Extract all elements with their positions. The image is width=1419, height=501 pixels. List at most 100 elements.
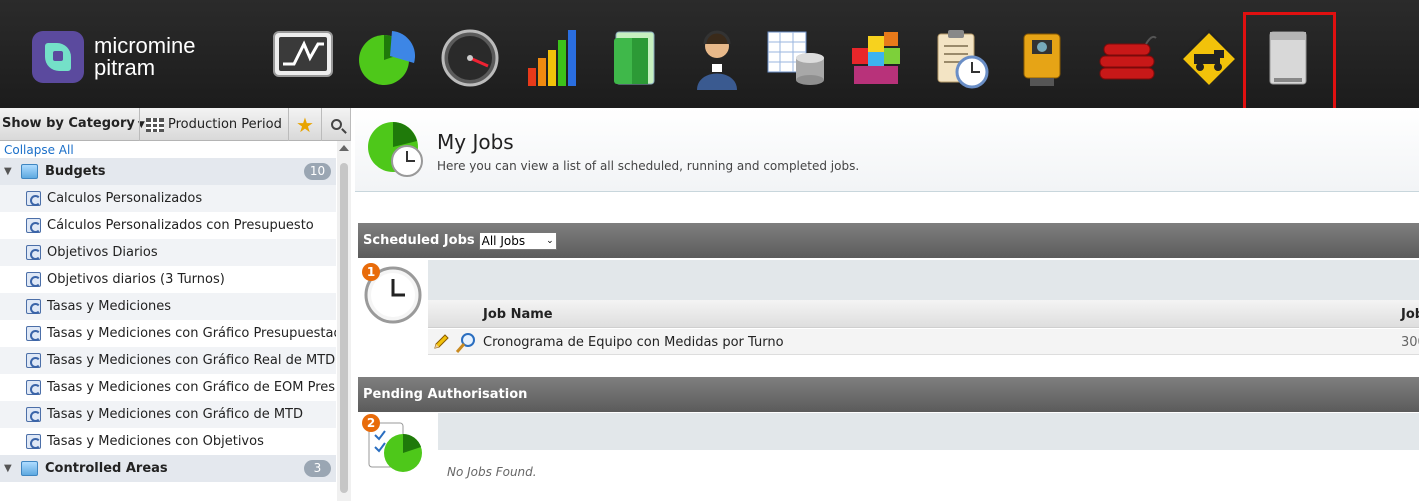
favorites-button[interactable]: ★ <box>288 108 321 141</box>
scrollbar-thumb[interactable] <box>340 163 348 493</box>
production-period-label: Production Period <box>168 117 282 132</box>
dashboard-screen-icon[interactable] <box>272 28 338 94</box>
report-icon <box>26 326 41 341</box>
grid-icon <box>146 117 164 132</box>
tree-item[interactable]: Tasas y Mediciones con Gráfico de EOM Pr… <box>0 374 336 401</box>
view-magnifier-icon[interactable] <box>455 332 477 354</box>
show-by-category-dropdown[interactable]: Show by Category ▼ <box>2 116 145 131</box>
tree-item-label: Tasas y Mediciones con Gráfico Presupues… <box>47 326 336 341</box>
expand-triangle-icon[interactable]: ▼ <box>4 463 14 474</box>
count-badge: 10 <box>304 163 331 180</box>
chevron-down-icon: ⌄ <box>546 235 554 246</box>
report-icon <box>26 353 41 368</box>
svg-text:1: 1 <box>367 265 375 279</box>
page-title: My Jobs <box>437 130 514 154</box>
table-row[interactable]: Cronograma de Equipo con Medidas por Tur… <box>428 329 1419 355</box>
folder-icon <box>21 164 38 179</box>
report-tree: ▼ Budgets 10 Calculos Personalizados Cál… <box>0 158 336 482</box>
my-jobs-icon <box>368 122 423 177</box>
job-extra-cell: 300 <box>1401 335 1419 350</box>
report-icon <box>26 272 41 287</box>
report-icon <box>26 380 41 395</box>
pending-jobs-strip <box>438 413 1419 450</box>
column-job-name[interactable]: Job Name <box>483 307 553 322</box>
category-label: Budgets <box>45 164 106 179</box>
show-by-label: Show by Category <box>2 116 135 131</box>
top-toolbar: micromine pitram <box>0 0 1419 108</box>
sidebar-search-button[interactable] <box>321 108 351 141</box>
data-table-icon[interactable] <box>766 28 832 94</box>
scheduled-jobs-header: Job Name Job <box>428 300 1419 328</box>
tree-item-label: Tasas y Mediciones con Objetivos <box>47 434 264 449</box>
pie-chart-icon[interactable] <box>356 28 422 94</box>
column-job[interactable]: Job <box>1401 307 1419 322</box>
job-name-cell: Cronograma de Equipo con Medidas por Tur… <box>483 335 784 350</box>
bar-chart-icon[interactable] <box>522 28 588 94</box>
expand-triangle-icon[interactable]: ▼ <box>4 166 14 177</box>
tree-item-label: Tasas y Mediciones con Gráfico de MTD <box>47 407 303 422</box>
jobs-filter-value: All Jobs <box>481 233 526 248</box>
tree-item[interactable]: Cálculos Personalizados con Presupuesto <box>0 212 336 239</box>
tree-item[interactable]: Tasas y Mediciones <box>0 293 336 320</box>
surveying-instrument-icon[interactable] <box>1016 28 1082 94</box>
tree-item-label: Calculos Personalizados <box>47 191 203 206</box>
tree-item-label: Objetivos Diarios <box>47 245 158 260</box>
production-period-button[interactable]: Production Period <box>139 108 282 141</box>
page-header: My Jobs Here you can view a list of all … <box>355 108 1419 192</box>
brand-logo: micromine pitram <box>32 31 195 83</box>
tree-item-label: Tasas y Mediciones <box>47 299 172 314</box>
folder-document-icon[interactable] <box>610 28 676 94</box>
sidebar: Show by Category ▼ Production Period ★ Co… <box>0 108 351 501</box>
scheduled-jobs-bar: Scheduled Jobs All Jobs ⌄ <box>358 223 1419 258</box>
gauge-icon[interactable] <box>440 28 506 94</box>
sidebar-scrollbar[interactable] <box>337 141 351 501</box>
scheduled-jobs-strip <box>428 260 1419 300</box>
svg-text:2: 2 <box>367 416 375 430</box>
report-icon <box>26 245 41 260</box>
clipboard-clock-icon[interactable] <box>932 28 998 94</box>
pending-jobs-icon: 2 <box>362 414 422 472</box>
tree-item[interactable]: Calculos Personalizados <box>0 185 336 212</box>
tree-item-label: Tasas y Mediciones con Gráfico Real de M… <box>47 353 336 368</box>
report-icon <box>26 299 41 314</box>
pending-authorisation-bar: Pending Authorisation <box>358 377 1419 412</box>
pending-authorisation-label: Pending Authorisation <box>363 387 528 402</box>
star-icon: ★ <box>296 112 314 137</box>
main-content: My Jobs Here you can view a list of all … <box>355 108 1419 501</box>
category-controlled-areas[interactable]: ▼ Controlled Areas 3 <box>0 455 336 482</box>
page-subtitle: Here you can view a list of all schedule… <box>437 159 860 173</box>
tree-item-label: Cálculos Personalizados con Presupuesto <box>47 218 314 233</box>
report-icon <box>26 434 41 449</box>
tree-item[interactable]: Objetivos diarios (3 Turnos) <box>0 266 336 293</box>
explosives-icon[interactable] <box>1096 28 1162 94</box>
folder-icon <box>21 461 38 476</box>
tree-item[interactable]: Objetivos Diarios <box>0 239 336 266</box>
tree-item[interactable]: Tasas y Mediciones con Objetivos <box>0 428 336 455</box>
logo-mark-icon <box>32 31 84 83</box>
report-icon <box>26 191 41 206</box>
category-label: Controlled Areas <box>45 461 168 476</box>
sidebar-toolbar: Show by Category ▼ Production Period ★ <box>0 108 350 141</box>
report-icon <box>26 218 41 233</box>
brand-name: micromine pitram <box>94 35 195 79</box>
tree-item[interactable]: Tasas y Mediciones con Gráfico de MTD <box>0 401 336 428</box>
scroll-up-arrow-icon[interactable] <box>339 145 349 151</box>
support-agent-icon[interactable] <box>692 28 758 94</box>
search-icon <box>331 119 342 130</box>
collapse-all-link[interactable]: Collapse All <box>4 143 74 157</box>
jobs-filter-select[interactable]: All Jobs ⌄ <box>478 231 557 250</box>
scheduled-jobs-label: Scheduled Jobs <box>363 233 475 248</box>
tree-item-label: Objetivos diarios (3 Turnos) <box>47 272 225 287</box>
category-budgets[interactable]: ▼ Budgets 10 <box>0 158 336 185</box>
count-badge: 3 <box>304 460 331 477</box>
no-jobs-message: No Jobs Found. <box>447 465 537 479</box>
haul-truck-warning-icon[interactable] <box>1178 28 1244 94</box>
selected-module-highlight <box>1243 12 1336 111</box>
tree-item-label: Tasas y Mediciones con Gráfico de EOM Pr… <box>47 380 336 395</box>
edit-pencil-icon[interactable] <box>432 333 450 351</box>
tree-item[interactable]: Tasas y Mediciones con Gráfico Real de M… <box>0 347 336 374</box>
package-icon[interactable] <box>848 28 914 94</box>
tree-item[interactable]: Tasas y Mediciones con Gráfico Presupues… <box>0 320 336 347</box>
scheduled-clock-icon: 1 <box>362 263 422 324</box>
report-icon <box>26 407 41 422</box>
